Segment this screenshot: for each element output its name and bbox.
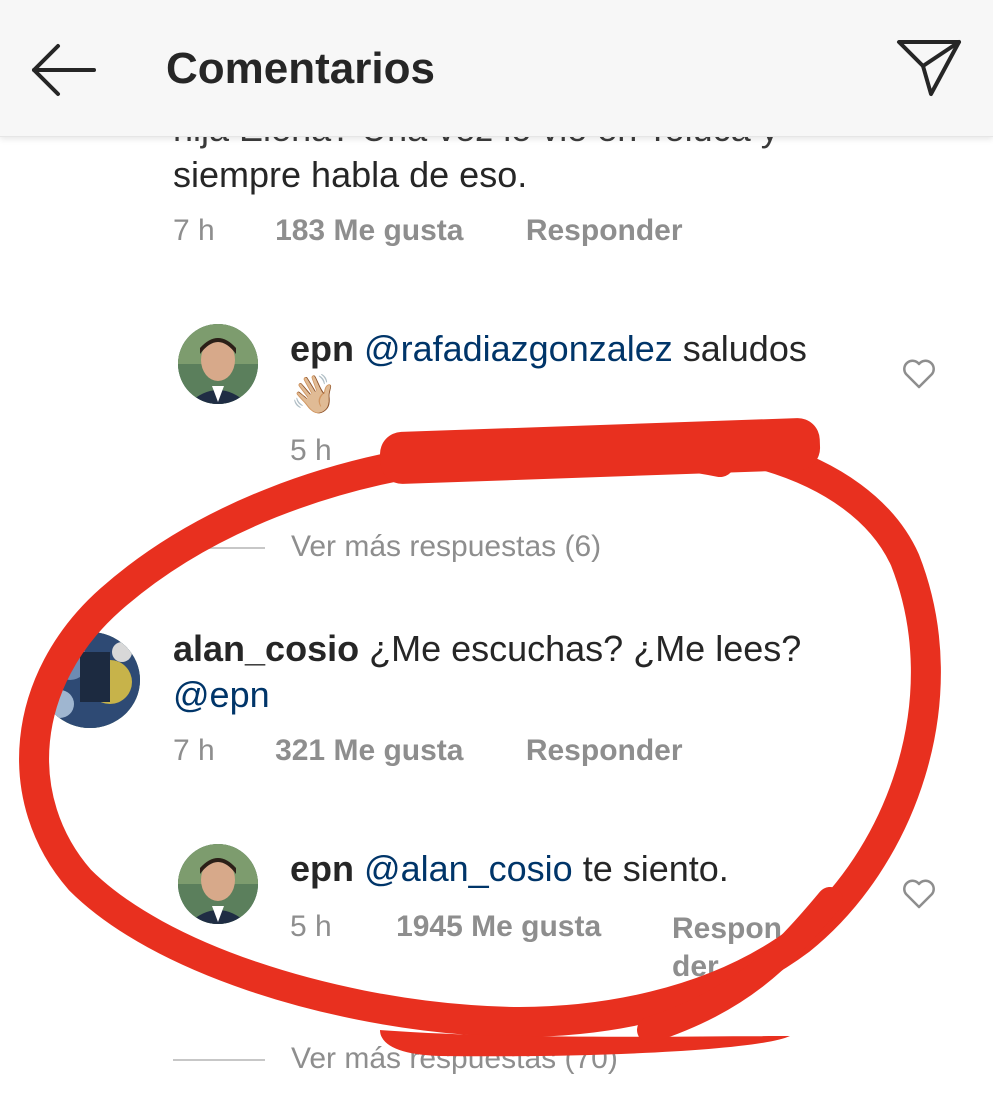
mention-link[interactable]: @epn — [173, 672, 270, 718]
comment-body: ¿Me escuchas? ¿Me lees? — [359, 628, 802, 669]
avatar[interactable] — [178, 324, 258, 404]
top-bar: Comentarios — [0, 0, 993, 137]
view-more-label: Ver más respuestas (6) — [291, 530, 602, 563]
avatar-image — [178, 324, 258, 404]
heart-icon — [903, 879, 935, 909]
like-count[interactable]: 321 Me gusta — [275, 734, 463, 767]
avatar-image — [40, 632, 140, 728]
paper-plane-icon — [897, 40, 961, 96]
reply-text: epn @alan_cosio te siento. — [290, 846, 729, 892]
reply-label-2: der — [672, 950, 719, 983]
divider — [173, 1059, 265, 1062]
share-button[interactable] — [893, 36, 965, 100]
reply-button[interactable]: Responder — [526, 734, 683, 767]
avatar[interactable] — [178, 844, 258, 924]
reply-time: 5 h — [290, 434, 332, 467]
mention-link[interactable]: @rafadiazgonzalez — [364, 328, 673, 369]
divider — [173, 547, 265, 550]
wave-emoji: 👋🏼 — [290, 374, 338, 416]
arrow-left-icon — [32, 44, 96, 96]
reply-time: 5 h — [290, 910, 332, 943]
comment-time: 7 h — [173, 214, 215, 247]
page-title: Comentarios — [166, 44, 435, 93]
comment-time: 7 h — [173, 734, 215, 767]
heart-icon — [903, 359, 935, 389]
username[interactable]: alan_cosio — [173, 628, 359, 669]
back-button[interactable] — [28, 40, 100, 100]
reply-button[interactable]: Respon der — [672, 910, 782, 986]
reply-meta: 5 h — [290, 434, 332, 468]
reply-meta: 5 h 1945 Me gusta — [290, 910, 601, 944]
mention-text[interactable]: @epn — [173, 674, 270, 715]
comment-meta: 7 h 321 Me gusta Responder — [173, 734, 683, 768]
like-button[interactable] — [902, 878, 936, 910]
view-more-replies[interactable]: Ver más respuestas (70) — [173, 1042, 618, 1076]
reply-body: te siento. — [572, 848, 729, 889]
comment-text: siempre habla de eso. — [173, 154, 528, 195]
like-count[interactable]: 183 Me gusta — [275, 214, 463, 247]
view-more-replies[interactable]: Ver más respuestas (6) — [173, 530, 601, 564]
reply-button[interactable]: Responder — [526, 214, 683, 247]
comment-meta: 7 h 183 Me gusta Responder — [173, 214, 683, 248]
reply-label-1: Respon — [672, 912, 783, 945]
username[interactable]: epn — [290, 848, 354, 889]
reply-text: epn @rafadiazgonzalez saludos — [290, 326, 807, 372]
username[interactable]: epn — [290, 328, 354, 369]
avatar-image — [178, 844, 258, 924]
view-more-label: Ver más respuestas (70) — [291, 1042, 618, 1075]
comment-text: alan_cosio ¿Me escuchas? ¿Me lees? — [173, 626, 801, 672]
like-button[interactable] — [902, 358, 936, 390]
mention-link[interactable]: @alan_cosio — [364, 848, 573, 889]
like-count[interactable]: 1945 Me gusta — [396, 910, 601, 943]
avatar[interactable] — [40, 632, 140, 728]
reply-body: saludos — [672, 328, 807, 369]
